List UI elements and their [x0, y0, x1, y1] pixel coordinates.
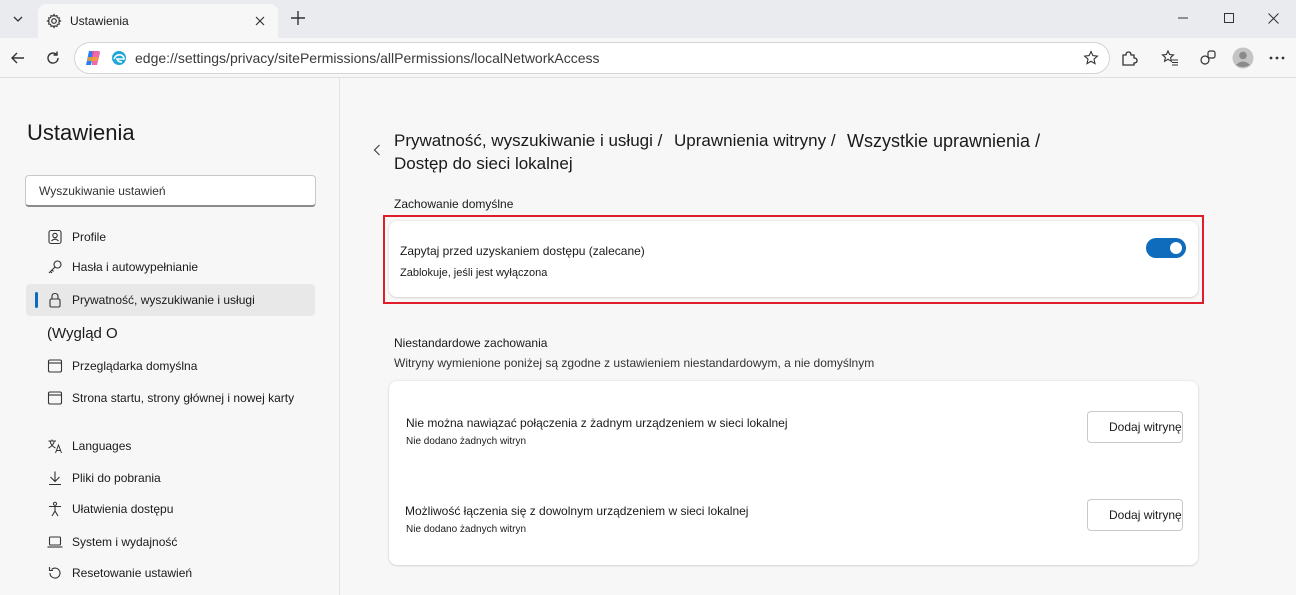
breadcrumb-site-permissions[interactable]: Uprawnienia witryny / — [674, 131, 836, 151]
collections-button[interactable] — [1194, 44, 1222, 72]
accessibility-icon — [46, 500, 64, 518]
laptop-icon — [46, 533, 64, 551]
sidebar-item-reset[interactable]: Resetowanie ustawień — [26, 557, 315, 589]
reset-icon — [46, 564, 64, 582]
allow-row-desc: Nie dodano żadnych witryn — [406, 524, 527, 535]
sidebar-item-profile[interactable]: Profile — [26, 221, 315, 253]
browser-toolbar: edge://settings/privacy/sitePermissions/… — [0, 38, 1296, 78]
favorites-icon — [1161, 49, 1178, 66]
avatar-icon — [1232, 47, 1254, 69]
more-menu-button[interactable] — [1263, 44, 1291, 72]
allow-row-title: Możliwość łączenia się z dowolnym urządz… — [405, 504, 749, 518]
gear-icon — [46, 13, 62, 29]
chevron-left-icon — [373, 144, 380, 156]
custom-behavior-subheading: Witryny wymienione poniżej są zgodne z u… — [394, 356, 875, 370]
sidebar-item-accessibility[interactable]: Ułatwienia dostępu — [26, 493, 315, 525]
plus-icon — [291, 11, 305, 25]
extensions-button[interactable] — [1115, 44, 1143, 72]
download-icon — [46, 469, 64, 487]
custom-behavior-heading: Niestandardowe zachowania — [394, 336, 548, 350]
arrow-left-icon — [11, 52, 24, 64]
sidebar-item-privacy[interactable]: Prywatność, wyszukiwanie i usługi — [26, 284, 315, 316]
new-tab-button[interactable] — [286, 6, 310, 30]
puzzle-icon — [1122, 51, 1138, 66]
active-indicator — [35, 292, 38, 308]
add-site-label: Dodaj witrynę — [1109, 420, 1182, 434]
close-icon — [1267, 12, 1279, 24]
sidebar-item-label: System i wydajność — [72, 535, 178, 549]
highlight-box — [383, 215, 1204, 304]
back-breadcrumb-button[interactable] — [369, 140, 385, 160]
refresh-icon — [47, 51, 59, 64]
sidebar-item-default-browser[interactable]: Przeglądarka domyślna — [26, 350, 315, 382]
sidebar-item-start-page[interactable]: Strona startu, strony głównej i nowej ka… — [26, 382, 315, 414]
profile-button[interactable] — [1229, 44, 1257, 72]
sidebar-item-passwords[interactable]: Hasła i autowypełnianie — [26, 251, 315, 283]
chevron-down-icon — [13, 16, 23, 22]
sidebar-title: Ustawienia — [27, 120, 135, 145]
minimize-button[interactable] — [1160, 0, 1206, 36]
breadcrumb-all-permissions[interactable]: Wszystkie uprawnienia / — [847, 131, 1040, 152]
close-tab-button[interactable] — [248, 9, 272, 33]
sidebar-item-label: Languages — [72, 439, 132, 453]
search-settings-input[interactable]: Wyszukiwanie ustawień — [25, 175, 316, 207]
copilot-icon[interactable] — [83, 48, 103, 68]
maximize-button[interactable] — [1206, 0, 1252, 36]
sidebar-item-label: Pliki do pobrania — [72, 471, 161, 485]
home-icon — [46, 389, 64, 407]
add-site-label: Dodaj witrynę — [1109, 508, 1182, 522]
sidebar-item-label: Przeglądarka domyślna — [72, 359, 198, 373]
tab-title: Ustawienia — [70, 14, 129, 28]
lock-icon — [46, 291, 64, 309]
custom-behavior-card — [389, 381, 1198, 565]
sidebar-item-label: Hasła i autowypełnianie — [72, 260, 199, 274]
back-button[interactable] — [4, 44, 32, 72]
languages-icon — [46, 437, 64, 455]
add-site-allow-button[interactable]: Dodaj witrynę — [1087, 499, 1183, 531]
tab-actions-menu-button[interactable] — [4, 5, 32, 33]
sidebar-item-label: Prywatność, wyszukiwanie i usługi — [72, 293, 255, 307]
refresh-button[interactable] — [39, 44, 67, 72]
breadcrumb-privacy[interactable]: Prywatność, wyszukiwanie i usługi / — [394, 131, 662, 151]
sidebar-item-label: Profile — [72, 230, 107, 244]
close-icon — [255, 16, 265, 26]
key-icon — [46, 258, 64, 276]
page-title: Dostęp do sieci lokalnej — [394, 154, 573, 173]
collections-icon — [1200, 50, 1216, 65]
star-icon — [1083, 50, 1099, 65]
close-window-button[interactable] — [1250, 0, 1296, 36]
block-row-desc: Nie dodano żadnych witryn — [406, 436, 527, 447]
settings-main: Prywatność, wyszukiwanie i usługi / Upra… — [341, 78, 1296, 595]
tab-strip: Ustawienia — [0, 0, 1296, 38]
sidebar-item-label: Ułatwienia dostępu — [72, 502, 174, 516]
profile-icon — [46, 228, 64, 246]
block-row-title: Nie można nawiązać połączenia z żadnym u… — [406, 416, 788, 430]
sidebar-item-label: Strona startu, strony głównej i nowej ka… — [72, 391, 295, 405]
sidebar-item-system[interactable]: System i wydajność — [26, 526, 315, 558]
sidebar-item-label: (Wygląd O — [47, 324, 118, 342]
minimize-icon — [1178, 17, 1188, 19]
sidebar-item-appearance[interactable]: (Wygląd O — [26, 317, 315, 349]
address-bar[interactable]: edge://settings/privacy/sitePermissions/… — [74, 42, 1110, 74]
url-text: edge://settings/privacy/sitePermissions/… — [135, 50, 600, 66]
tab-settings[interactable]: Ustawienia — [38, 4, 278, 38]
sidebar-item-languages[interactable]: Languages — [26, 430, 315, 462]
edge-icon — [111, 50, 127, 66]
search-placeholder: Wyszukiwanie ustawień — [39, 183, 166, 198]
settings-sidebar: Ustawienia Wyszukiwanie ustawień Profile… — [0, 78, 340, 595]
add-site-block-button[interactable]: Dodaj witrynę — [1087, 411, 1183, 443]
browser-icon — [46, 357, 64, 375]
favorite-star-button[interactable] — [1077, 44, 1105, 72]
sidebar-item-label: Resetowanie ustawień — [72, 566, 193, 580]
sidebar-item-downloads[interactable]: Pliki do pobrania — [26, 462, 315, 494]
default-behavior-heading: Zachowanie domyślne — [394, 197, 514, 211]
more-dots-icon — [1269, 56, 1285, 60]
favorites-button[interactable] — [1156, 44, 1184, 72]
maximize-icon — [1224, 13, 1234, 23]
